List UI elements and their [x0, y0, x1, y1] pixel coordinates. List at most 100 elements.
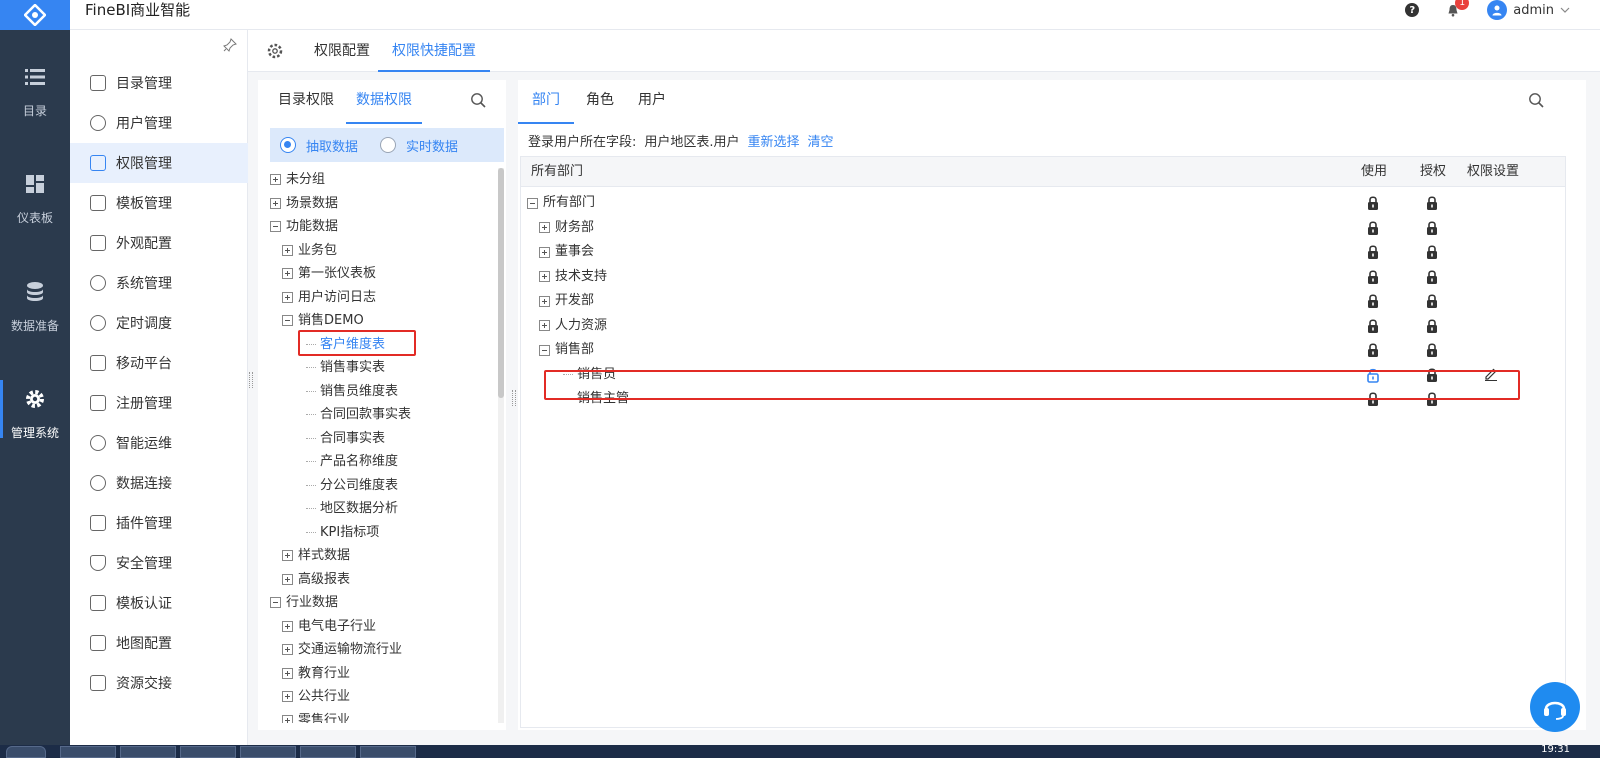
nav-catalog[interactable]: 目录 [0, 66, 70, 119]
expand-icon[interactable] [539, 246, 550, 258]
table-row[interactable]: 技术支持 [521, 265, 1565, 289]
table-row[interactable]: 人力资源 [521, 314, 1565, 338]
lock-icon[interactable] [1366, 269, 1380, 285]
sidebar-item-plugins[interactable]: 插件管理 [70, 503, 248, 543]
expand-icon[interactable] [282, 691, 293, 702]
table-row[interactable]: 董事会 [521, 240, 1565, 264]
sidebar-item-security[interactable]: 安全管理 [70, 543, 248, 583]
lock-icon[interactable] [1425, 367, 1439, 383]
lock-icon[interactable] [1366, 318, 1380, 334]
nav-data-prep[interactable]: 数据准备 [0, 281, 70, 334]
table-row[interactable]: 销售部 [521, 338, 1565, 362]
tab-department[interactable]: 部门 [518, 80, 574, 124]
lock-icon[interactable] [1366, 293, 1380, 309]
sidebar-item-mobile[interactable]: 移动平台 [70, 343, 248, 383]
sidebar-item-permissions[interactable]: 权限管理 [70, 143, 248, 183]
nav-dashboard[interactable]: 仪表板 [0, 173, 70, 226]
tree-leaf[interactable]: 销售员维度表 [306, 380, 398, 403]
table-row[interactable]: 销售员 [521, 363, 1565, 387]
reselect-link[interactable]: 重新选择 [748, 131, 800, 150]
scrollbar-thumb[interactable] [498, 168, 504, 398]
expand-icon[interactable] [539, 320, 550, 331]
expand-icon[interactable] [539, 295, 550, 307]
lock-icon[interactable] [1425, 269, 1439, 285]
start-button[interactable] [6, 746, 46, 758]
lock-icon[interactable] [1425, 293, 1439, 309]
sidebar-item-connection[interactable]: 数据连接 [70, 463, 248, 503]
sidebar-item-system[interactable]: 系统管理 [70, 263, 248, 303]
table-row[interactable]: 销售主管 [521, 387, 1565, 411]
pin-icon[interactable] [223, 38, 237, 52]
lock-icon[interactable] [1425, 391, 1439, 407]
table-row[interactable]: 开发部 [521, 289, 1565, 313]
taskbar-app[interactable] [360, 746, 416, 758]
lock-icon[interactable] [1366, 391, 1380, 407]
collapse-icon[interactable] [270, 221, 281, 232]
tree-node[interactable]: 交通运输物流行业 [282, 638, 402, 661]
expand-icon[interactable] [282, 244, 293, 256]
tree-node[interactable]: 高级报表 [282, 568, 350, 591]
expand-icon[interactable] [282, 291, 293, 303]
lock-icon[interactable] [1425, 220, 1439, 236]
expand-icon[interactable] [539, 271, 550, 282]
tree-node[interactable]: 销售DEMO [282, 309, 364, 332]
taskbar-app[interactable] [240, 746, 296, 758]
radio-realtime[interactable] [380, 137, 397, 153]
tab-quick-permission-config[interactable]: 权限快捷配置 [378, 30, 490, 72]
tree-node[interactable]: 业务包 [282, 239, 337, 262]
table-row[interactable]: 财务部 [521, 216, 1565, 240]
app-logo[interactable] [0, 0, 70, 30]
lock-icon[interactable] [1425, 318, 1439, 334]
tree-leaf[interactable]: 分公司维度表 [306, 474, 398, 497]
expand-icon[interactable] [270, 174, 281, 185]
sidebar-item-transfer[interactable]: 资源交接 [70, 663, 248, 703]
taskbar-app[interactable] [60, 746, 116, 758]
notification-bell[interactable]: 1 [1445, 0, 1470, 18]
lock-icon[interactable] [1425, 244, 1439, 260]
expand-icon[interactable] [282, 644, 293, 655]
lock-icon[interactable] [1366, 220, 1380, 236]
lock-icon[interactable] [1366, 342, 1380, 358]
tree-leaf[interactable]: 地区数据分析 [306, 497, 398, 520]
collapse-icon[interactable] [539, 344, 550, 356]
tree-node[interactable]: 公共行业 [282, 685, 350, 708]
tree-node[interactable]: 未分组 [270, 168, 325, 191]
tree-node[interactable]: 零售行业 [282, 709, 350, 723]
edit-icon[interactable] [1484, 367, 1498, 381]
lock-icon[interactable] [1366, 244, 1380, 260]
tab-permission-config[interactable]: 权限配置 [314, 30, 370, 72]
lock-icon[interactable] [1366, 195, 1380, 211]
tree-leaf[interactable]: 客户维度表 [306, 333, 385, 356]
tree-node[interactable]: 样式数据 [282, 544, 350, 567]
expand-icon[interactable] [282, 573, 293, 585]
tree-scrollbar[interactable] [498, 168, 504, 723]
expand-icon[interactable] [282, 268, 293, 279]
expand-icon[interactable] [282, 550, 293, 561]
search-icon[interactable] [470, 92, 486, 108]
taskbar-app[interactable] [120, 746, 176, 758]
help-icon[interactable]: ? [1405, 3, 1420, 17]
sidebar-item-ops[interactable]: 智能运维 [70, 423, 248, 463]
tree-leaf[interactable]: 合同事实表 [306, 427, 385, 450]
tab-catalog-permission[interactable]: 目录权限 [278, 80, 334, 124]
tree-node[interactable]: 场景数据 [270, 192, 338, 215]
tree-leaf[interactable]: 产品名称维度 [306, 450, 398, 473]
taskbar-app[interactable] [300, 746, 356, 758]
sidebar-item-templates[interactable]: 模板管理 [70, 183, 248, 223]
sidebar-item-register[interactable]: 注册管理 [70, 383, 248, 423]
tree-node[interactable]: 第一张仪表板 [282, 262, 376, 285]
expand-icon[interactable] [539, 222, 550, 233]
tree-node[interactable]: 电气电子行业 [282, 615, 376, 638]
nav-admin-system[interactable]: 管理系统 [0, 380, 70, 441]
expand-icon[interactable] [282, 620, 293, 632]
splitter-handle[interactable] [249, 372, 253, 388]
customer-support-button[interactable] [1530, 682, 1580, 732]
expand-icon[interactable] [270, 197, 281, 209]
tab-data-permission[interactable]: 数据权限 [346, 80, 422, 124]
tab-role[interactable]: 角色 [586, 80, 614, 124]
tree-node[interactable]: 功能数据 [270, 215, 338, 238]
collapse-icon[interactable] [270, 597, 281, 608]
sidebar-item-schedule[interactable]: 定时调度 [70, 303, 248, 343]
tree-leaf[interactable]: 销售事实表 [306, 356, 385, 379]
settings-gear-icon[interactable] [266, 42, 284, 60]
